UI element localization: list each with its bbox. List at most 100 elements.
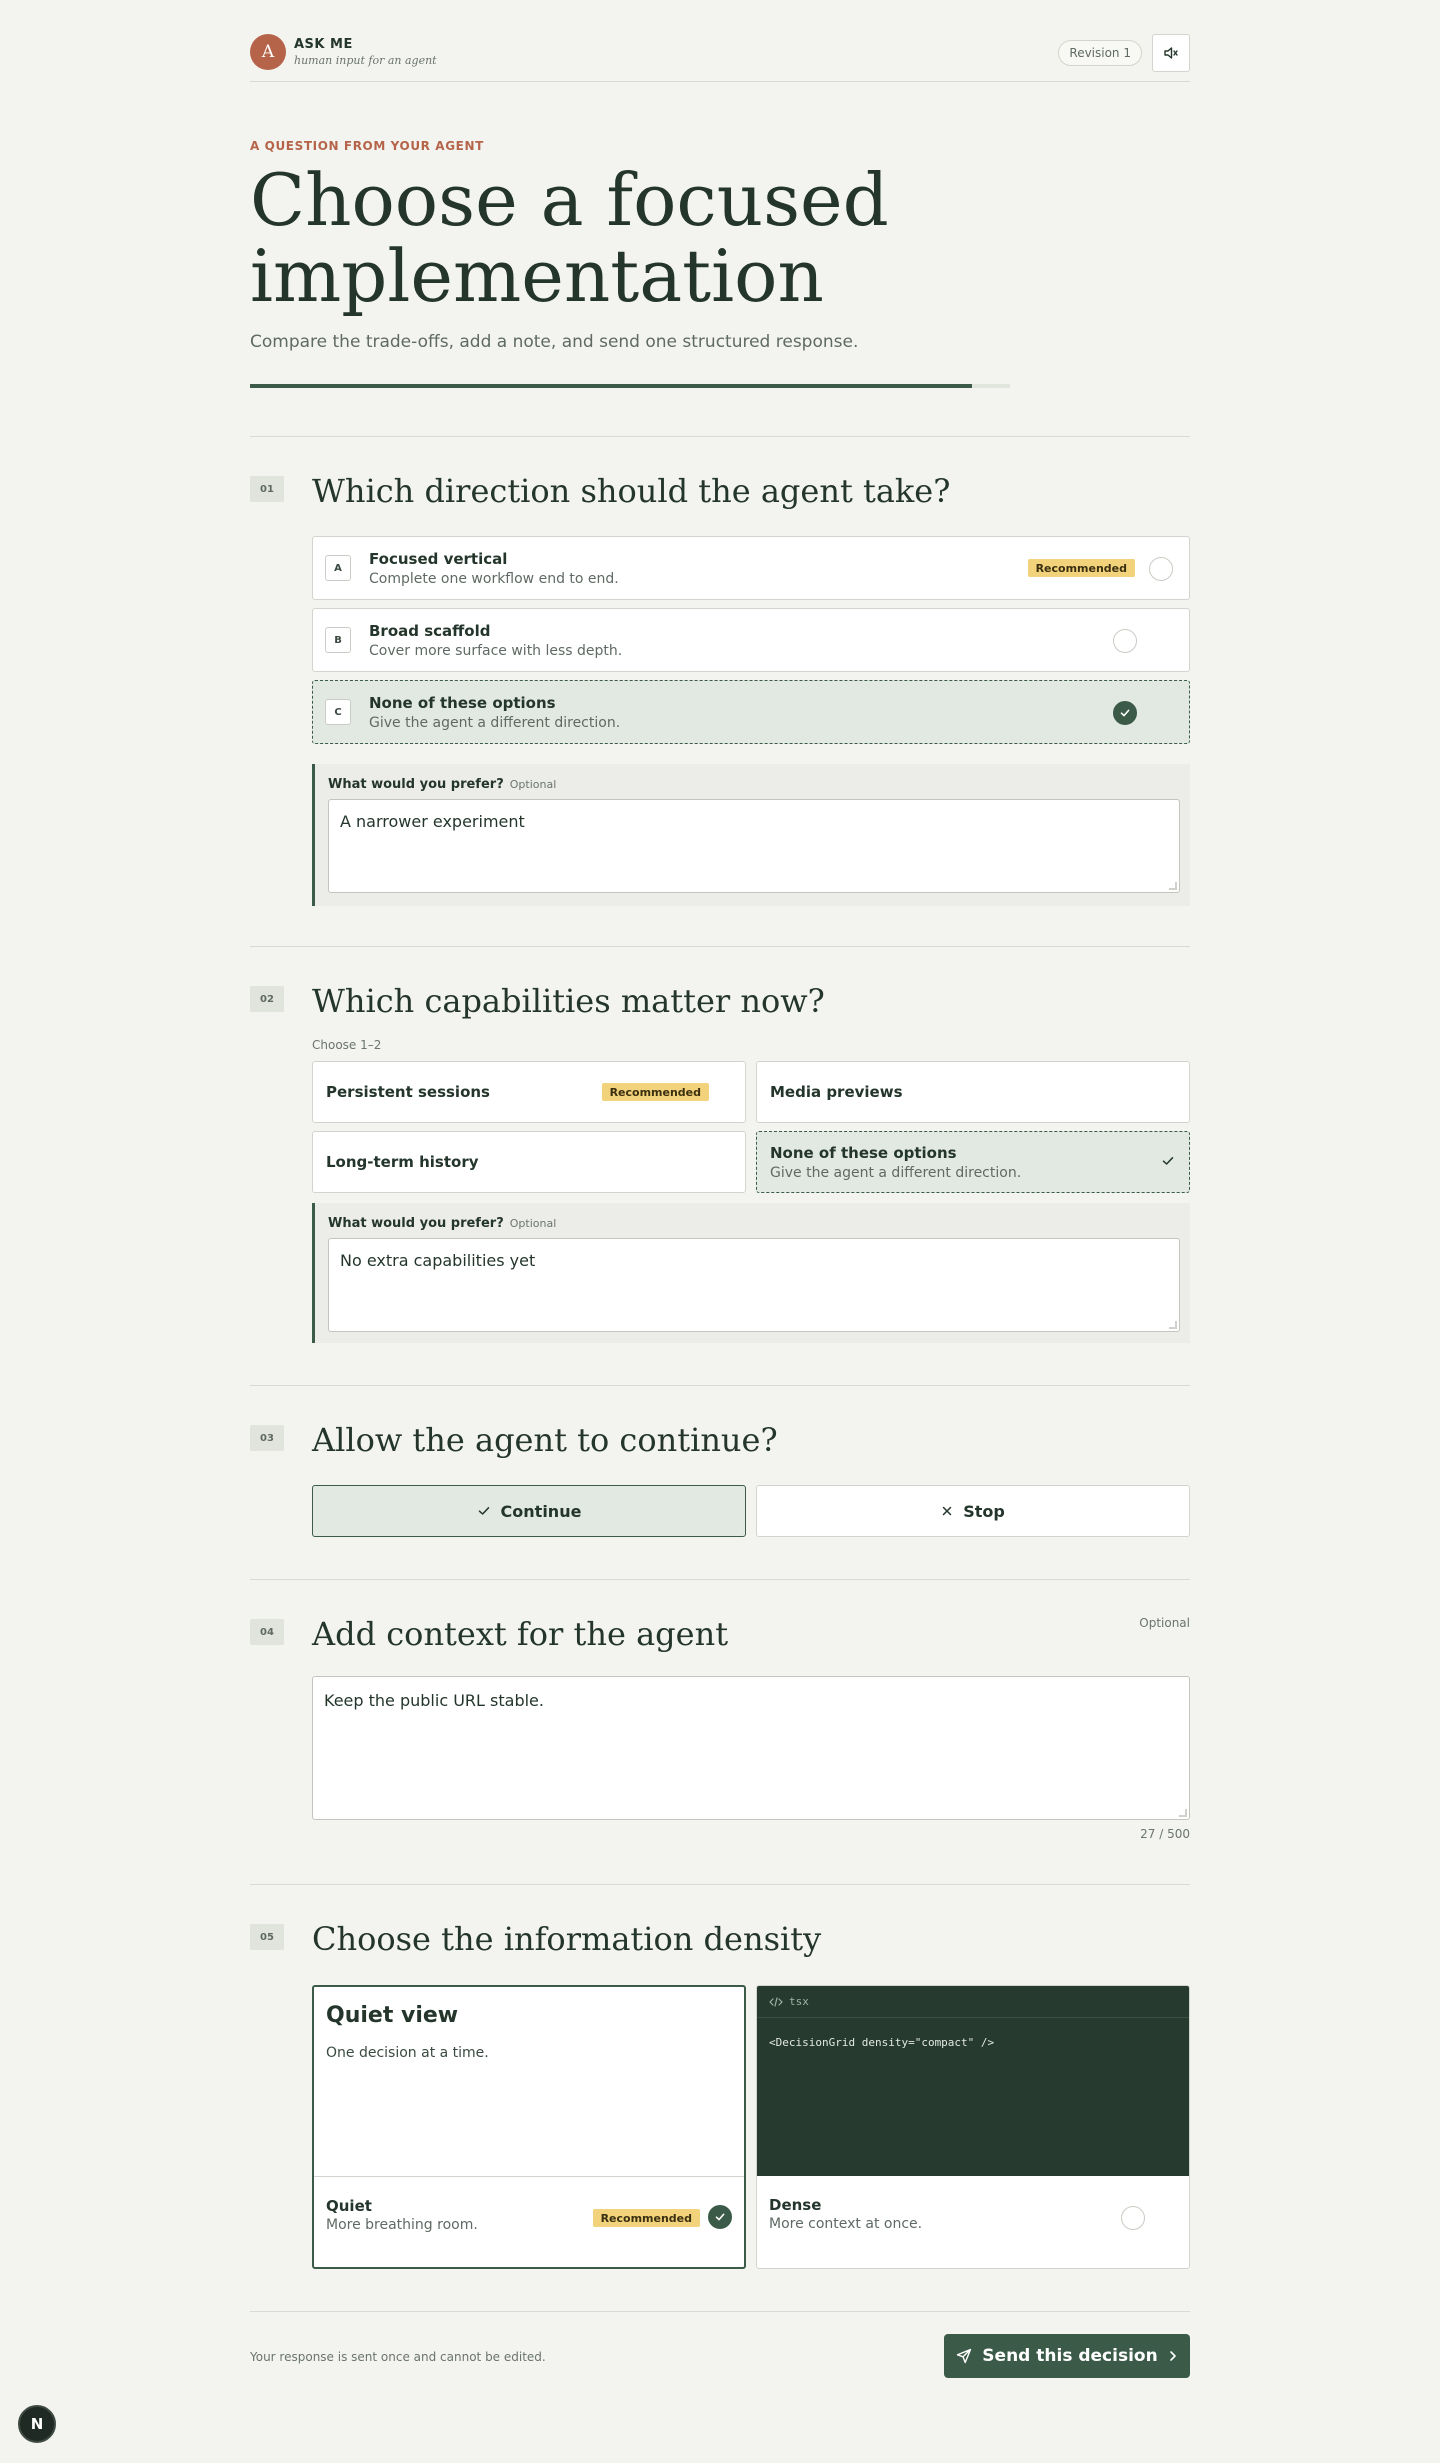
option-label: Focused vertical bbox=[369, 550, 508, 568]
question-title: Add context for the agent bbox=[312, 1615, 729, 1653]
option-label: Dense bbox=[769, 2196, 822, 2214]
question-title: Choose the information density bbox=[312, 1920, 822, 1958]
eyebrow: A QUESTION FROM YOUR AGENT bbox=[250, 139, 484, 153]
divider bbox=[250, 436, 1190, 437]
option-key: B bbox=[325, 627, 351, 653]
note-label: What would you prefer? Optional bbox=[328, 777, 556, 792]
option-key: C bbox=[325, 699, 351, 725]
recommended-badge: Recommended bbox=[601, 1083, 709, 1101]
code-icon bbox=[769, 1996, 783, 2007]
divider bbox=[250, 2311, 1190, 2312]
option-label: Media previews bbox=[770, 1083, 903, 1101]
stop-button[interactable]: Stop bbox=[756, 1485, 1190, 1537]
radio-button-checked[interactable] bbox=[708, 2205, 732, 2229]
radio-button[interactable] bbox=[1121, 2206, 1145, 2230]
revision-badge: Revision 1 bbox=[1058, 40, 1142, 66]
progress-bar bbox=[250, 384, 1010, 388]
option-media-previews[interactable]: Media previews bbox=[756, 1061, 1190, 1123]
floating-assistant-button[interactable]: N bbox=[18, 2405, 56, 2443]
note-label-text: What would you prefer? bbox=[328, 1216, 504, 1231]
question-title: Which direction should the agent take? bbox=[312, 472, 951, 510]
option-description: More breathing room. bbox=[326, 2217, 478, 2233]
divider bbox=[250, 1385, 1190, 1386]
option-label: Quiet bbox=[326, 2197, 372, 2215]
quiet-preview: Quiet view One decision at a time. bbox=[314, 1987, 744, 2177]
top-header: A ASK ME human input for an agent Revisi… bbox=[250, 34, 1190, 82]
option-description: Give the agent a different direction. bbox=[770, 1165, 1022, 1181]
mute-button[interactable] bbox=[1152, 34, 1190, 72]
option-none-of-these[interactable]: C None of these options Give the agent a… bbox=[312, 680, 1190, 744]
character-counter: 27 / 500 bbox=[1140, 1827, 1190, 1841]
footer-note: Your response is sent once and cannot be… bbox=[250, 2350, 546, 2364]
preview-text: One decision at a time. bbox=[326, 2045, 489, 2061]
page-subtitle: Compare the trade-offs, add a note, and … bbox=[250, 332, 859, 352]
check-icon bbox=[715, 2213, 725, 2221]
note-value: No extra capabilities yet bbox=[340, 1251, 536, 1270]
option-focused-vertical[interactable]: A Focused vertical Complete one workflow… bbox=[312, 536, 1190, 600]
divider bbox=[250, 1884, 1190, 1885]
page-title: Choose a focused implementation bbox=[250, 158, 889, 318]
option-label: Long-term history bbox=[326, 1153, 479, 1171]
option-label: None of these options bbox=[770, 1144, 957, 1162]
note-textarea[interactable]: No extra capabilities yet bbox=[328, 1238, 1180, 1332]
question-number: 02 bbox=[250, 986, 284, 1012]
resize-handle-icon[interactable] bbox=[1169, 1321, 1177, 1329]
brand: ASK ME human input for an agent bbox=[294, 37, 437, 67]
question-number: 01 bbox=[250, 476, 284, 502]
option-label: Broad scaffold bbox=[369, 622, 491, 640]
brand-name: ASK ME bbox=[294, 37, 353, 52]
preview-title: Quiet view bbox=[326, 2003, 459, 2028]
density-option-quiet[interactable]: Quiet view One decision at a time. Quiet… bbox=[312, 1985, 746, 2269]
divider bbox=[250, 1579, 1190, 1580]
option-none-of-these[interactable]: None of these options Give the agent a d… bbox=[756, 1131, 1190, 1193]
density-option-dense[interactable]: tsx <DecisionGrid density="compact" /> D… bbox=[756, 1985, 1190, 2269]
option-key: A bbox=[325, 555, 351, 581]
option-label: Persistent sessions bbox=[326, 1083, 490, 1101]
alternative-note: What would you prefer? Optional No extra … bbox=[312, 1203, 1190, 1343]
send-icon bbox=[957, 2348, 972, 2364]
close-icon bbox=[942, 1506, 952, 1516]
radio-button[interactable] bbox=[1113, 629, 1137, 653]
optional-tag: Optional bbox=[1139, 1616, 1190, 1630]
question-title: Allow the agent to continue? bbox=[312, 1421, 778, 1459]
check-icon bbox=[1162, 1157, 1174, 1165]
code-tab: tsx bbox=[757, 1986, 1189, 2018]
note-label-text: What would you prefer? bbox=[328, 777, 504, 792]
send-decision-button[interactable]: Send this decision bbox=[944, 2334, 1190, 2378]
note-label: What would you prefer? Optional bbox=[328, 1216, 556, 1231]
note-value: A narrower experiment bbox=[340, 812, 525, 831]
question-title: Which capabilities matter now? bbox=[312, 982, 825, 1020]
check-icon bbox=[1120, 709, 1130, 717]
context-textarea[interactable]: Keep the public URL stable. bbox=[312, 1676, 1190, 1820]
recommended-badge: Recommended bbox=[592, 2209, 700, 2227]
radio-button-checked[interactable] bbox=[1113, 701, 1137, 725]
option-description: More context at once. bbox=[769, 2216, 923, 2232]
optional-tag: Optional bbox=[509, 1217, 557, 1230]
avatar: A bbox=[250, 34, 286, 70]
continue-button[interactable]: Continue bbox=[312, 1485, 746, 1537]
check-icon bbox=[478, 1507, 489, 1515]
option-long-term-history[interactable]: Long-term history bbox=[312, 1131, 746, 1193]
code-line: <DecisionGrid density="compact" /> bbox=[769, 2036, 995, 2049]
send-label: Send this decision bbox=[982, 2346, 1158, 2366]
note-textarea[interactable]: A narrower experiment bbox=[328, 799, 1180, 893]
radio-button[interactable] bbox=[1149, 557, 1173, 581]
resize-handle-icon[interactable] bbox=[1179, 1809, 1187, 1817]
speaker-mute-icon bbox=[1164, 47, 1178, 59]
option-description: Cover more surface with less depth. bbox=[369, 643, 623, 659]
alternative-note: What would you prefer? Optional A narrowe… bbox=[312, 764, 1190, 906]
option-description: Complete one workflow end to end. bbox=[369, 571, 619, 587]
code-preview: tsx <DecisionGrid density="compact" /> bbox=[757, 1986, 1189, 2176]
code-language: tsx bbox=[789, 1995, 809, 2008]
stop-label: Stop bbox=[963, 1501, 1005, 1521]
option-broad-scaffold[interactable]: B Broad scaffold Cover more surface with… bbox=[312, 608, 1190, 672]
option-persistent-sessions[interactable]: Persistent sessions Recommended bbox=[312, 1061, 746, 1123]
optional-tag: Optional bbox=[509, 778, 557, 791]
question-number: 04 bbox=[250, 1619, 284, 1645]
resize-handle-icon[interactable] bbox=[1169, 882, 1177, 890]
continue-label: Continue bbox=[500, 1501, 582, 1521]
question-hint: Choose 1–2 bbox=[312, 1038, 382, 1052]
divider bbox=[250, 946, 1190, 947]
context-value: Keep the public URL stable. bbox=[324, 1691, 544, 1710]
option-label: None of these options bbox=[369, 694, 556, 712]
